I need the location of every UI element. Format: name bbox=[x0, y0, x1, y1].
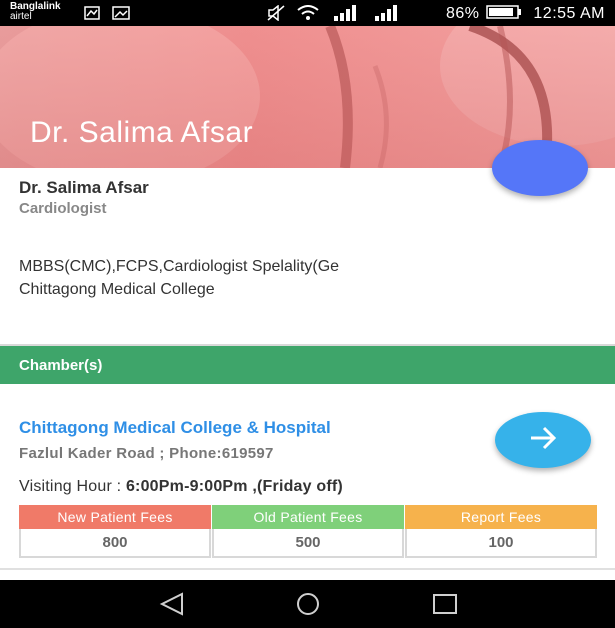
visiting-hours: Visiting Hour : 6:00Pm-9:00Pm ,(Friday o… bbox=[19, 478, 343, 496]
fee-new-patient: New Patient Fees 800 bbox=[19, 505, 211, 558]
battery-percent: 86% bbox=[445, 5, 480, 22]
fee-label: Report Fees bbox=[405, 505, 597, 529]
recents-icon[interactable] bbox=[431, 592, 459, 621]
fees-table: New Patient Fees 800 Old Patient Fees 50… bbox=[19, 505, 597, 558]
arrow-right-icon bbox=[528, 426, 558, 455]
visiting-hours-value: 6:00Pm-9:00Pm ,(Friday off) bbox=[125, 478, 343, 495]
doctor-college: Chittagong Medical College bbox=[19, 281, 215, 298]
doctor-specialty: Cardiologist bbox=[19, 200, 107, 217]
status-bar: Banglalink airtel 86% 12:55 AM bbox=[0, 0, 615, 26]
fee-value: 800 bbox=[19, 529, 211, 558]
fee-old-patient: Old Patient Fees 500 bbox=[212, 505, 404, 558]
list-divider bbox=[0, 568, 615, 570]
fee-value: 100 bbox=[405, 529, 597, 558]
mute-icon bbox=[266, 4, 286, 26]
battery-icon bbox=[486, 4, 522, 25]
chamber-details-button[interactable] bbox=[495, 412, 591, 468]
fee-report: Report Fees 100 bbox=[405, 505, 597, 558]
image-icon bbox=[112, 6, 130, 25]
chambers-section-header: Chamber(s) bbox=[0, 346, 615, 384]
chambers-title: Chamber(s) bbox=[19, 357, 103, 374]
status-right: 86% 12:55 AM bbox=[446, 4, 605, 25]
header-title: Dr. Salima Afsar bbox=[30, 116, 254, 149]
carrier-info: Banglalink airtel bbox=[10, 2, 61, 22]
fee-label: New Patient Fees bbox=[19, 505, 211, 529]
fee-value: 500 bbox=[212, 529, 404, 558]
fee-label: Old Patient Fees bbox=[212, 505, 404, 529]
chamber-name-link[interactable]: Chittagong Medical College & Hospital bbox=[19, 418, 331, 438]
carrier-2: airtel bbox=[10, 11, 32, 22]
signal-icon bbox=[374, 5, 400, 26]
sim-icon bbox=[84, 6, 100, 25]
doctor-qualifications: MBBS(CMC),FCPS,Cardiologist Spelality(Ge bbox=[19, 258, 340, 275]
back-icon[interactable] bbox=[158, 592, 186, 621]
system-navigation-bar bbox=[0, 580, 615, 628]
wifi-icon bbox=[296, 5, 320, 26]
clock: 12:55 AM bbox=[533, 5, 605, 22]
chamber-address: Fazlul Kader Road ; Phone:619597 bbox=[19, 445, 274, 462]
signal-icon bbox=[333, 5, 359, 26]
doctor-name: Dr. Salima Afsar bbox=[19, 178, 149, 197]
doctor-action-fab[interactable] bbox=[492, 140, 588, 196]
visiting-hours-label: Visiting Hour : bbox=[19, 478, 126, 495]
home-icon[interactable] bbox=[294, 592, 322, 621]
